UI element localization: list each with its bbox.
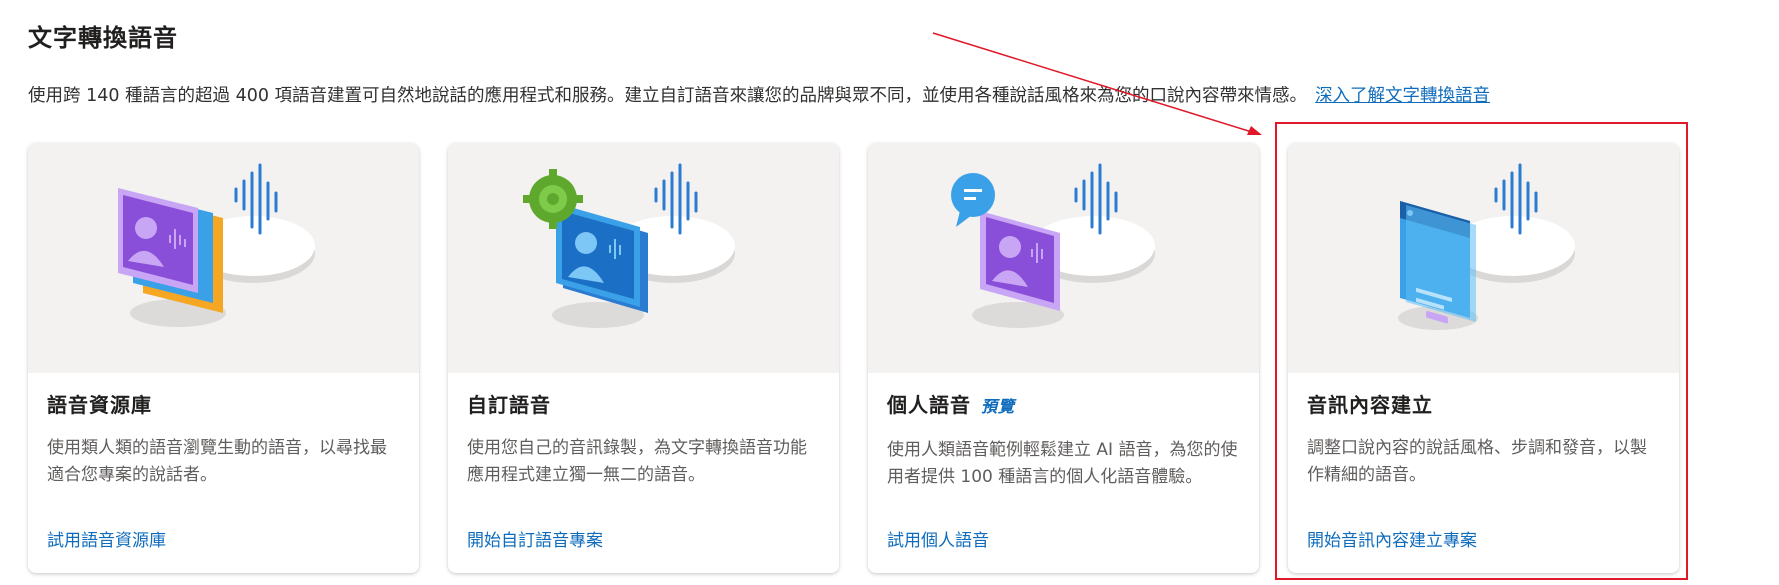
personal-voice-illustration	[868, 143, 1259, 373]
card-title: 個人語音 預覽	[887, 393, 1016, 417]
card-description: 調整口說內容的說話風格、步調和發音，以製作精細的語音。	[1307, 438, 1647, 485]
card-body: 個人語音 預覽 使用人類語音範例輕鬆建立 AI 語音，為您的使用者提供 100 種…	[868, 373, 1259, 573]
card-custom-voice[interactable]: 自訂語音 使用您自己的音訊錄製，為文字轉換語音功能應用程式建立獨一無二的語音。 …	[448, 143, 839, 573]
custom-voice-illustration	[448, 143, 839, 373]
voice-gallery-illustration	[28, 143, 419, 373]
card-audio-content-creation[interactable]: 音訊內容建立 調整口說內容的說話風格、步調和發音，以製作精細的語音。 開始音訊內…	[1288, 143, 1679, 573]
card-body: 自訂語音 使用您自己的音訊錄製，為文字轉換語音功能應用程式建立獨一無二的語音。 …	[448, 373, 839, 573]
card-body: 語音資源庫 使用類人類的語音瀏覽生動的語音，以尋找最適合您專案的說話者。 試用語…	[28, 373, 419, 573]
card-title: 自訂語音	[467, 393, 551, 417]
card-description: 使用您自己的音訊錄製，為文字轉換語音功能應用程式建立獨一無二的語音。	[467, 438, 807, 485]
learn-more-link[interactable]: 深入了解文字轉換語音	[1315, 86, 1490, 106]
page-title: 文字轉換語音	[28, 24, 178, 52]
card-personal-voice[interactable]: 個人語音 預覽 使用人類語音範例輕鬆建立 AI 語音，為您的使用者提供 100 種…	[868, 143, 1259, 573]
start-custom-voice-link[interactable]: 開始自訂語音專案	[467, 526, 603, 551]
card-description: 使用人類語音範例輕鬆建立 AI 語音，為您的使用者提供 100 種語言的個人化語…	[887, 440, 1238, 487]
page-description: 使用跨 140 種語言的超過 400 項語音建置可自然地說話的應用程式和服務。建…	[28, 84, 1490, 108]
try-voice-gallery-link[interactable]: 試用語音資源庫	[47, 526, 166, 551]
card-body: 音訊內容建立 調整口說內容的說話風格、步調和發音，以製作精細的語音。 開始音訊內…	[1288, 373, 1679, 573]
try-personal-voice-link[interactable]: 試用個人語音	[887, 526, 989, 551]
card-title: 音訊內容建立	[1307, 393, 1433, 417]
preview-badge: 預覽	[981, 397, 1016, 416]
tts-overview-page: 文字轉換語音 使用跨 140 種語言的超過 400 項語音建置可自然地說話的應用…	[0, 0, 1779, 585]
start-audio-content-link[interactable]: 開始音訊內容建立專案	[1307, 526, 1477, 551]
audio-content-creation-illustration	[1288, 143, 1679, 373]
card-voice-gallery[interactable]: 語音資源庫 使用類人類的語音瀏覽生動的語音，以尋找最適合您專案的說話者。 試用語…	[28, 143, 419, 573]
card-title: 語音資源庫	[47, 393, 152, 417]
card-description: 使用類人類的語音瀏覽生動的語音，以尋找最適合您專案的說話者。	[47, 438, 387, 485]
description-text: 使用跨 140 種語言的超過 400 項語音建置可自然地說話的應用程式和服務。建…	[28, 86, 1308, 106]
